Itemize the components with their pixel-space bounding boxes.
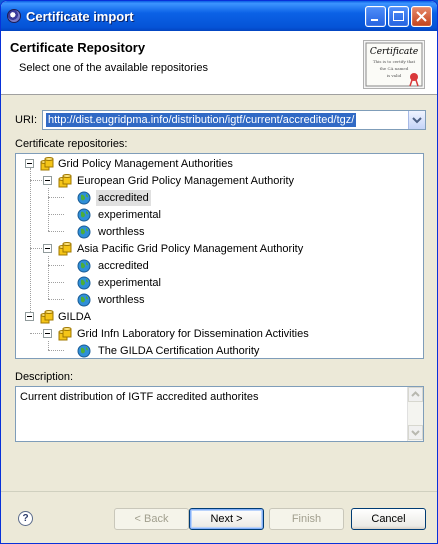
uri-dropdown-button[interactable] xyxy=(408,111,425,129)
collapse-toggle[interactable] xyxy=(25,159,34,168)
tree-node[interactable]: accredited xyxy=(16,190,416,206)
help-button[interactable]: ? xyxy=(18,511,33,526)
tree-node-label: The GILDA Certification Authority xyxy=(98,345,260,357)
close-button[interactable] xyxy=(411,6,432,27)
svg-text:is valid: is valid xyxy=(387,73,402,78)
tree-node-label: European Grid Policy Management Authorit… xyxy=(77,175,295,187)
cancel-button[interactable]: Cancel xyxy=(351,508,426,530)
title-bar[interactable]: Certificate import xyxy=(1,1,437,31)
certificate-import-dialog: Certificate import Certificate Repositor… xyxy=(0,0,438,544)
page-subtitle: Select one of the available repositories xyxy=(19,62,208,74)
tree-node[interactable]: The GILDA Certification Authority xyxy=(16,343,416,359)
back-button[interactable]: < Back xyxy=(114,508,189,530)
uri-input[interactable]: http://dist.eugridpma.info/distribution/… xyxy=(46,113,357,127)
wizard-banner: Certificate Repository Select one of the… xyxy=(1,31,437,95)
cylinder-folder-icon xyxy=(58,327,72,341)
maximize-icon xyxy=(393,11,404,21)
scroll-up-button[interactable] xyxy=(408,387,423,402)
collapse-toggle[interactable] xyxy=(43,244,52,253)
tree-node-label: experimental xyxy=(98,209,161,221)
tree-node[interactable]: worthless xyxy=(16,224,416,240)
cylinder-folder-icon xyxy=(58,174,72,188)
tree-node-label: Grid Infn Laboratory for Dissemination A… xyxy=(77,328,309,340)
uri-combobox[interactable]: http://dist.eugridpma.info/distribution/… xyxy=(42,110,426,130)
globe-icon xyxy=(77,225,91,239)
svg-text:This is to certify that: This is to certify that xyxy=(373,59,416,64)
collapse-toggle[interactable] xyxy=(43,176,52,185)
chevron-up-icon xyxy=(411,391,420,397)
minimize-button[interactable] xyxy=(365,6,386,27)
description-box[interactable]: Current distribution of IGTF accredited … xyxy=(15,386,424,442)
tree-node[interactable]: experimental xyxy=(16,275,416,291)
tree-node-label: accredited xyxy=(98,260,149,272)
tree-node[interactable]: accredited xyxy=(16,258,416,274)
tree-node[interactable]: Grid Policy Management Authorities xyxy=(16,156,416,172)
globe-icon xyxy=(77,276,91,290)
tree-node-label: worthless xyxy=(98,226,145,238)
maximize-button[interactable] xyxy=(388,6,409,27)
close-icon xyxy=(416,11,427,22)
globe-icon xyxy=(77,344,91,358)
repositories-label: Certificate repositories: xyxy=(15,138,128,150)
globe-icon xyxy=(77,293,91,307)
svg-text:Certificate: Certificate xyxy=(370,47,418,57)
uri-label: URI: xyxy=(15,114,37,126)
globe-icon xyxy=(77,259,91,273)
minimize-icon xyxy=(371,19,378,21)
globe-icon xyxy=(77,191,91,205)
svg-text:the CA named: the CA named xyxy=(380,66,409,71)
tree-node-label: experimental xyxy=(98,277,161,289)
cylinder-folder-icon xyxy=(40,310,54,324)
tree-node[interactable]: Grid Infn Laboratory for Dissemination A… xyxy=(16,326,416,342)
scroll-down-button[interactable] xyxy=(408,425,423,440)
tree-node[interactable]: European Grid Policy Management Authorit… xyxy=(16,173,416,189)
description-label: Description: xyxy=(15,371,74,383)
chevron-down-icon xyxy=(411,430,420,436)
finish-button[interactable]: Finish xyxy=(269,508,344,530)
tree-node[interactable]: worthless xyxy=(16,292,416,308)
tree-node-label: accredited xyxy=(96,190,151,206)
tree-node[interactable]: Asia Pacific Grid Policy Management Auth… xyxy=(16,241,416,257)
description-scrollbar[interactable] xyxy=(407,387,423,441)
tree-node-label: Grid Policy Management Authorities xyxy=(58,158,233,170)
tree-node-label: GILDA xyxy=(58,311,92,323)
footer-separator xyxy=(1,491,437,492)
chevron-down-icon xyxy=(412,117,422,124)
description-text: Current distribution of IGTF accredited … xyxy=(20,391,259,403)
next-button[interactable]: Next > xyxy=(189,508,264,530)
collapse-toggle[interactable] xyxy=(43,329,52,338)
cylinder-folder-icon xyxy=(40,157,54,171)
globe-icon xyxy=(77,208,91,222)
tree-node[interactable]: experimental xyxy=(16,207,416,223)
repository-tree[interactable]: Grid Policy Management Authorities Europ… xyxy=(15,153,424,359)
page-title: Certificate Repository xyxy=(10,40,146,55)
tree-node[interactable]: GILDA xyxy=(16,309,416,325)
tree-node-label: Asia Pacific Grid Policy Management Auth… xyxy=(77,243,304,255)
certificate-image: Certificate This is to certify that the … xyxy=(363,40,425,89)
certificate-icon: Certificate This is to certify that the … xyxy=(365,42,423,87)
collapse-toggle[interactable] xyxy=(25,312,34,321)
cylinder-folder-icon xyxy=(58,242,72,256)
window-title: Certificate import xyxy=(26,9,134,24)
eclipse-app-icon xyxy=(7,9,21,23)
tree-node-label: worthless xyxy=(98,294,145,306)
